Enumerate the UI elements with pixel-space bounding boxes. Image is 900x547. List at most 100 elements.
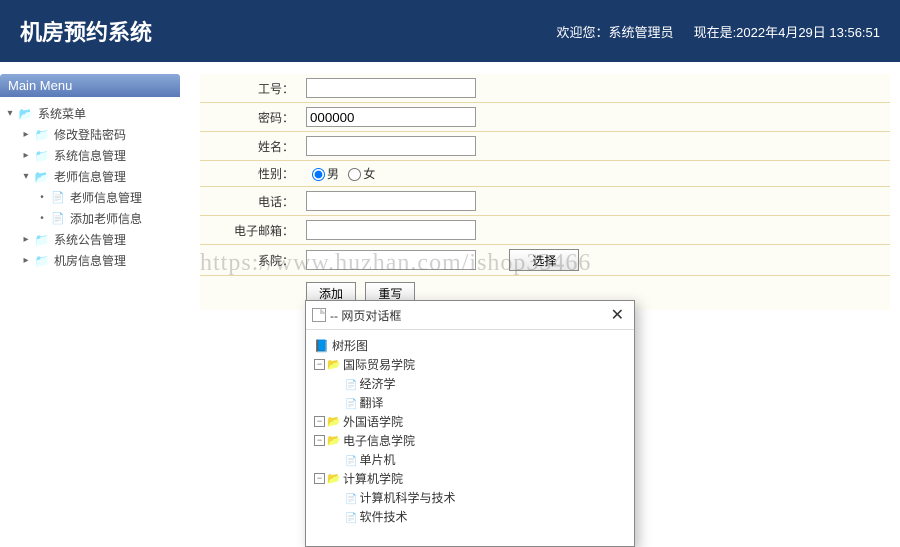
expand-icon[interactable]: ▸: [20, 129, 32, 140]
collapse-icon[interactable]: ▾: [20, 171, 32, 182]
main-content: 工号： 密码： 姓名： 性别： 男 女 电话：: [180, 74, 900, 310]
minus-icon[interactable]: −: [314, 473, 325, 484]
book-icon: 📘: [314, 339, 329, 353]
gender-group: 男 女: [300, 161, 890, 187]
sidebar-item-label: 修改登陆密码: [54, 126, 126, 143]
collapse-icon[interactable]: ▾: [4, 108, 16, 119]
welcome-text: 欢迎您：系统管理员: [557, 22, 674, 41]
dialog-tree-node[interactable]: − 计算机学院: [314, 469, 626, 488]
folder-open-icon: [327, 434, 341, 447]
sidebar-item-label: 机房信息管理: [54, 252, 126, 269]
dialog-tree-leaf[interactable]: 单片机: [332, 450, 626, 469]
minus-icon[interactable]: −: [314, 435, 325, 446]
page-icon: [345, 510, 357, 524]
main-menu-header: Main Menu: [0, 74, 180, 97]
app-title: 机房预约系统: [20, 15, 152, 47]
dialog-tree-leaf[interactable]: 软件技术: [332, 507, 626, 526]
header-right: 欢迎您：系统管理员 现在是:2022年4月29日 13:56:51: [557, 22, 880, 41]
expand-icon[interactable]: ▸: [20, 150, 32, 161]
worker-id-label: 工号：: [200, 74, 300, 103]
gender-female-radio[interactable]: [348, 168, 361, 181]
sidebar-item-room-mgmt[interactable]: ▸ 机房信息管理: [20, 250, 176, 271]
dialog-tree-node[interactable]: − 国际贸易学院: [314, 355, 626, 374]
dialog-title-text: -- 网页对话框: [330, 307, 401, 324]
folder-icon: [34, 233, 50, 247]
dialog-leaf-label: 单片机: [359, 451, 395, 468]
folder-open-icon: [18, 107, 34, 121]
dialog-tree-leaf[interactable]: 经济学: [332, 374, 626, 393]
email-input[interactable]: [306, 220, 476, 240]
dialog-node-label: 电子信息学院: [343, 432, 415, 449]
dialog-tree-leaf[interactable]: 计算机科学与技术: [332, 488, 626, 507]
datetime-text: 现在是:2022年4月29日 13:56:51: [694, 22, 880, 41]
sidebar-item-system-info[interactable]: ▸ 系统信息管理: [20, 145, 176, 166]
dialog-node-label: 国际贸易学院: [343, 356, 415, 373]
folder-open-icon: [327, 358, 341, 371]
folder-icon: [34, 128, 50, 142]
page-icon: [345, 453, 357, 467]
dialog-root-label: 树形图: [332, 337, 368, 354]
page-icon: [345, 396, 357, 410]
sidebar-item-announcement[interactable]: ▸ 系统公告管理: [20, 229, 176, 250]
name-input[interactable]: [306, 136, 476, 156]
folder-open-icon: [327, 415, 341, 428]
dialog-node-label: 计算机学院: [343, 470, 403, 487]
dialog-leaf-label: 经济学: [359, 375, 395, 392]
app-header: 机房预约系统 欢迎您：系统管理员 现在是:2022年4月29日 13:56:51: [0, 0, 900, 62]
dialog-node-label: 外国语学院: [343, 413, 403, 430]
dialog-leaf-label: 翻译: [359, 394, 383, 411]
dialog-body: 📘 树形图 − 国际贸易学院经济学翻译 − 外国语学院 − 电子信息学院单片机 − 计算机学院…: [306, 330, 634, 546]
minus-icon[interactable]: −: [314, 416, 325, 427]
page-icon: [345, 491, 357, 505]
gender-male-label: 男: [327, 167, 339, 181]
page-icon: [50, 212, 66, 226]
close-icon[interactable]: ✕: [607, 305, 628, 325]
dialog-tree-node[interactable]: − 电子信息学院: [314, 431, 626, 450]
gender-male-radio[interactable]: [312, 168, 325, 181]
gender-label: 性别：: [200, 161, 300, 187]
dialog-tree-root[interactable]: 📘 树形图: [314, 336, 626, 355]
password-label: 密码：: [200, 103, 300, 132]
teacher-form: 工号： 密码： 姓名： 性别： 男 女 电话：: [200, 74, 890, 276]
nav-tree: ▾ 系统菜单 ▸ 修改登陆密码 ▸ 系统信息管理 ▾ 老师信息: [0, 97, 180, 277]
email-label: 电子邮箱：: [200, 216, 300, 245]
sidebar-item-change-password[interactable]: ▸ 修改登陆密码: [20, 124, 176, 145]
sidebar-item-label: 老师信息管理: [54, 168, 126, 185]
page-icon: [50, 191, 66, 205]
sidebar: Main Menu ▾ 系统菜单 ▸ 修改登陆密码 ▸ 系统信息管理: [0, 74, 180, 310]
gender-female-label: 女: [363, 167, 375, 181]
phone-input[interactable]: [306, 191, 476, 211]
college-label: 系院：: [200, 245, 300, 276]
sidebar-item-teacher-info[interactable]: • 老师信息管理: [36, 187, 176, 208]
dialog-leaf-label: 软件技术: [359, 508, 407, 525]
folder-icon: [34, 254, 50, 268]
bullet-icon: •: [36, 213, 48, 224]
tree-root-label: 系统菜单: [38, 105, 86, 122]
dialog-titlebar: -- 网页对话框 ✕: [306, 301, 634, 330]
sidebar-item-teacher-mgmt[interactable]: ▾ 老师信息管理: [20, 166, 176, 187]
sidebar-item-add-teacher[interactable]: • 添加老师信息: [36, 208, 176, 229]
tree-root[interactable]: ▾ 系统菜单: [4, 103, 176, 124]
sidebar-item-label: 系统公告管理: [54, 231, 126, 248]
folder-icon: [34, 149, 50, 163]
dialog-tree: − 国际贸易学院经济学翻译 − 外国语学院 − 电子信息学院单片机 − 计算机学院计算机科学与…: [314, 355, 626, 526]
bullet-icon: •: [36, 192, 48, 203]
worker-id-input[interactable]: [306, 78, 476, 98]
folder-open-icon: [34, 170, 50, 184]
page-icon: [312, 308, 326, 322]
expand-icon[interactable]: ▸: [20, 234, 32, 245]
expand-icon[interactable]: ▸: [20, 255, 32, 266]
sidebar-item-label: 添加老师信息: [70, 210, 142, 227]
password-input[interactable]: [306, 107, 476, 127]
sidebar-item-label: 老师信息管理: [70, 189, 142, 206]
college-input[interactable]: [306, 250, 476, 270]
minus-icon[interactable]: −: [314, 359, 325, 370]
name-label: 姓名：: [200, 132, 300, 161]
choose-button[interactable]: 选择: [509, 249, 579, 271]
college-picker-dialog: -- 网页对话框 ✕ 📘 树形图 − 国际贸易学院经济学翻译 − 外国语学院 − 电子信息…: [305, 300, 635, 547]
sidebar-item-label: 系统信息管理: [54, 147, 126, 164]
dialog-tree-leaf[interactable]: 翻译: [332, 393, 626, 412]
dialog-leaf-label: 计算机科学与技术: [359, 489, 455, 506]
dialog-tree-node[interactable]: − 外国语学院: [314, 412, 626, 431]
phone-label: 电话：: [200, 187, 300, 216]
